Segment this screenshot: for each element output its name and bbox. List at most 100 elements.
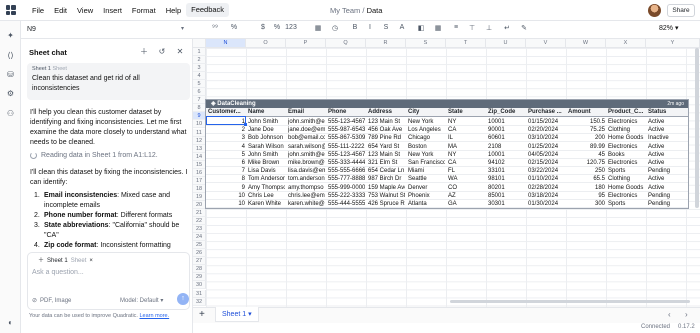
app-logo-icon[interactable]	[0, 0, 21, 21]
row-header[interactable]: 6	[193, 88, 206, 97]
ai-sparkle-icon[interactable]: ✦	[5, 30, 16, 41]
add-context-icon[interactable]: ＋	[38, 256, 44, 266]
table-cell[interactable]: 95	[568, 192, 605, 200]
table-cell[interactable]: 10001	[488, 118, 525, 126]
table-cell[interactable]: Inactive	[648, 134, 684, 142]
table-cell[interactable]: 555-222-3333	[328, 192, 365, 200]
table-cell[interactable]: chris.lee@em	[288, 192, 325, 200]
model-select[interactable]: Model: Default ▾	[120, 297, 163, 304]
row-header[interactable]: 3	[193, 64, 206, 73]
table-cell[interactable]: Karen White	[248, 200, 285, 208]
table-cell[interactable]: 94102	[488, 159, 525, 167]
wrap-icon[interactable]: ↵	[501, 24, 513, 32]
row-header[interactable]: 23	[193, 225, 206, 234]
table-cell[interactable]: CO	[448, 184, 485, 192]
table-cell[interactable]: Electronics	[608, 159, 645, 167]
table-cell[interactable]: 90001	[488, 126, 525, 134]
table-cell[interactable]: Active	[648, 143, 684, 151]
table-cell[interactable]: 01/15/2024	[528, 118, 565, 126]
menu-view[interactable]: View	[72, 0, 98, 21]
percent-format-icon[interactable]: %	[271, 24, 283, 31]
table-cell[interactable]: 159 Maple Ave	[368, 184, 405, 192]
table-cell[interactable]: Atlanta	[408, 200, 445, 208]
table-cell[interactable]: 45	[568, 151, 605, 159]
table-column-header[interactable]: Product_C...	[608, 108, 647, 117]
table-cell[interactable]: Pending	[648, 167, 684, 175]
table-cell[interactable]: jane.doe@ema	[288, 126, 325, 134]
text-color-icon[interactable]: A	[396, 24, 408, 31]
table-cell[interactable]: Books	[608, 151, 645, 159]
table-cell[interactable]: Chris Lee	[248, 192, 285, 200]
row-header[interactable]: 28	[193, 265, 206, 274]
row-header[interactable]: 4	[193, 72, 206, 81]
table-cell[interactable]: mike.brown@	[288, 159, 325, 167]
percent-icon[interactable]: %	[228, 24, 240, 31]
breadcrumb-file[interactable]: Data	[367, 6, 383, 15]
table-cell[interactable]: 03/18/2024	[528, 192, 565, 200]
table-cell[interactable]: Amy Thompso	[248, 184, 285, 192]
data-table[interactable]: ◈ DataCleaning 2m ago Customer... Name Ema…	[205, 99, 689, 209]
column-header[interactable]: Y	[646, 39, 700, 48]
column-header[interactable]: O	[246, 39, 286, 48]
table-cell[interactable]: 6	[208, 159, 245, 167]
new-chat-icon[interactable]: ＋	[139, 47, 149, 57]
column-header[interactable]: W	[566, 39, 606, 48]
corner-cell[interactable]	[193, 39, 206, 48]
table-column-header[interactable]: Address	[368, 108, 407, 117]
table-cell[interactable]: 01/25/2024	[528, 143, 565, 151]
table-cell[interactable]: FL	[448, 167, 485, 175]
column-header[interactable]: T	[446, 39, 486, 48]
attach-button[interactable]: ⊘ PDF, Image	[32, 297, 71, 305]
table-cell[interactable]: San Francisco	[408, 159, 445, 167]
table-cell[interactable]: 555-111-2222	[328, 143, 365, 151]
table-cell[interactable]: Electronics	[608, 143, 645, 151]
table-cell[interactable]: AZ	[448, 192, 485, 200]
table-cell[interactable]: 33101	[488, 167, 525, 175]
table-cell[interactable]: 75.25	[568, 126, 605, 134]
table-cell[interactable]: Home Goods	[608, 134, 645, 142]
table-cell[interactable]: Mike Brown	[248, 159, 285, 167]
table-cell[interactable]: Los Angeles	[408, 126, 445, 134]
table-cell[interactable]: Active	[648, 126, 684, 134]
table-cell[interactable]: 89.99	[568, 143, 605, 151]
table-cell[interactable]: Pending	[648, 200, 684, 208]
table-cell[interactable]: 753 Walnut St	[368, 192, 405, 200]
table-cell[interactable]: Active	[648, 159, 684, 167]
share-button[interactable]: Share	[667, 4, 695, 17]
table-cell[interactable]: Miami	[408, 167, 445, 175]
breadcrumb-team[interactable]: My Team	[330, 6, 360, 15]
table-cell[interactable]: john.smith@e	[288, 118, 325, 126]
table-cell[interactable]: Sports	[608, 167, 645, 175]
table-cell[interactable]: Sarah Wilson	[248, 143, 285, 151]
row-header[interactable]: 26	[193, 249, 206, 258]
close-icon[interactable]: ✕	[175, 47, 185, 57]
table-cell[interactable]: 02/15/2024	[528, 159, 565, 167]
history-icon[interactable]: ↺	[157, 47, 167, 57]
table-cell[interactable]: Chicago	[408, 134, 445, 142]
table-cell[interactable]: john.smith@e	[288, 151, 325, 159]
table-cell[interactable]: Clothing	[608, 175, 645, 183]
avatar[interactable]	[648, 4, 661, 17]
table-cell[interactable]: 555-123-4567	[328, 118, 365, 126]
table-cell[interactable]: 98101	[488, 175, 525, 183]
italic-icon[interactable]: I	[364, 24, 376, 31]
table-cell[interactable]: John Smith	[248, 118, 285, 126]
table-cell[interactable]: 555-777-8888	[328, 175, 365, 183]
menu-feedback[interactable]: Feedback	[186, 3, 230, 17]
table-column-header[interactable]: Name	[248, 108, 287, 117]
chat-input-box[interactable]: ＋ Sheet 1 Sheet × Ask a question... ⊘ PD…	[27, 252, 190, 310]
fill-handle[interactable]	[244, 123, 247, 126]
table-column-header[interactable]: Purchase ...	[528, 108, 567, 117]
table-cell[interactable]: karen.white@	[288, 200, 325, 208]
selected-cell[interactable]	[206, 116, 246, 125]
table-cell[interactable]: Boston	[408, 143, 445, 151]
table-cell[interactable]: 200	[568, 134, 605, 142]
table-cell[interactable]: MA	[448, 143, 485, 151]
table-cell[interactable]: 3	[208, 134, 245, 142]
table-column-header[interactable]: Phone	[328, 108, 367, 117]
table-cell[interactable]: 555-333-4444	[328, 159, 365, 167]
table-column-header[interactable]: City	[408, 108, 447, 117]
table-cell[interactable]: 9	[208, 184, 245, 192]
chevron-down-icon[interactable]: ▾	[181, 25, 184, 32]
table-cell[interactable]: 123 Main St	[368, 151, 405, 159]
